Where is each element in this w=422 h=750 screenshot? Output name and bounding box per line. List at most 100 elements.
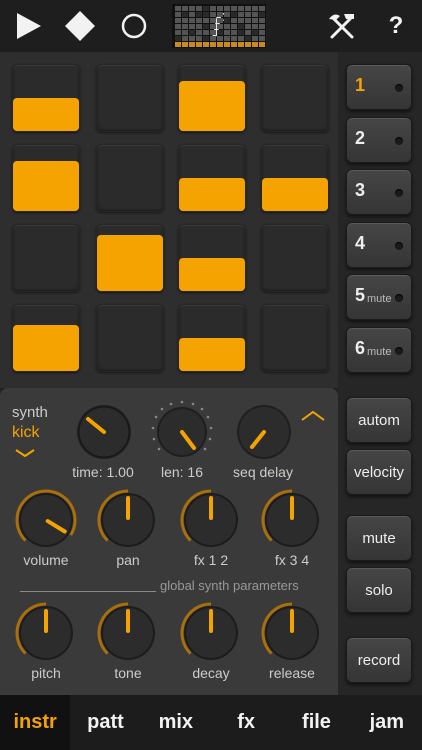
stop-button[interactable] xyxy=(60,6,100,46)
instrument-number: 4 xyxy=(355,232,366,253)
overview-cell xyxy=(245,36,251,41)
led-indicator xyxy=(395,294,403,302)
global-synth-parameters-label: global synth parameters xyxy=(160,578,299,593)
synth-kind[interactable]: kick xyxy=(12,424,40,442)
overview-cell xyxy=(196,12,202,17)
overview-cell xyxy=(231,24,237,29)
release-knob[interactable] xyxy=(260,601,324,665)
tab-jam[interactable]: jam xyxy=(352,695,422,750)
pad-9[interactable] xyxy=(12,224,80,292)
tab-fx[interactable]: fx xyxy=(211,695,281,750)
pad-15[interactable] xyxy=(178,304,246,372)
overview-cell xyxy=(224,18,230,23)
fx-1-2-knob[interactable] xyxy=(179,488,243,552)
help-button[interactable]: ? xyxy=(376,6,416,46)
overview-cell xyxy=(245,42,251,47)
overview-cell xyxy=(259,36,265,41)
overview-cell xyxy=(189,12,195,17)
sequence-overview[interactable]: f xyxy=(172,4,266,48)
overview-cell xyxy=(217,6,223,11)
pad-7[interactable] xyxy=(178,144,246,212)
pad-8[interactable] xyxy=(261,144,329,212)
instrument-button-4[interactable]: 4 xyxy=(346,221,412,268)
help-label: ? xyxy=(388,12,404,39)
overview-cell xyxy=(203,24,209,29)
overview-cell xyxy=(252,42,258,47)
record-toggle-button[interactable] xyxy=(114,6,154,46)
pad-12[interactable] xyxy=(261,224,329,292)
seq-delay-knob[interactable] xyxy=(234,402,294,462)
length-knob[interactable] xyxy=(148,398,216,466)
autom-button[interactable]: autom xyxy=(346,397,412,443)
decay-knob[interactable] xyxy=(179,601,243,665)
overview-cell xyxy=(238,6,244,11)
pad-level-bar xyxy=(13,161,79,211)
pad-14[interactable] xyxy=(96,304,164,372)
overview-cell xyxy=(182,12,188,17)
time-knob[interactable] xyxy=(74,402,134,462)
overview-cell xyxy=(210,36,216,41)
instrument-button-2[interactable]: 2 xyxy=(346,116,412,163)
solo-button[interactable]: solo xyxy=(346,567,412,613)
instrument-number: 6 xyxy=(355,337,366,358)
pad-level-bar xyxy=(179,258,245,291)
pad-3[interactable] xyxy=(178,64,246,132)
overview-cell xyxy=(175,36,181,41)
chevron-down-icon[interactable] xyxy=(14,448,36,458)
right-column: 1 2 3 4 5 mute 6 mute autom velocity mute solo … xyxy=(338,52,422,695)
pad-level-bar xyxy=(179,81,245,131)
overview-cell xyxy=(245,6,251,11)
hammer-pick-icon xyxy=(329,14,354,39)
instrument-button-5[interactable]: 5 mute xyxy=(346,274,412,320)
overview-cell xyxy=(238,12,244,17)
pad-2[interactable] xyxy=(96,64,164,132)
overview-cell xyxy=(224,30,230,35)
instrument-button-6[interactable]: 6 mute xyxy=(346,326,412,373)
pad-16[interactable] xyxy=(261,304,329,372)
tab-patt[interactable]: patt xyxy=(70,695,140,750)
fx-3-4-knob[interactable] xyxy=(260,488,324,552)
pad-6[interactable] xyxy=(96,144,164,212)
overview-cell xyxy=(182,36,188,41)
tools-button[interactable] xyxy=(322,6,362,46)
pad-5[interactable] xyxy=(12,144,80,212)
instrument-button-1[interactable]: 1 xyxy=(346,64,412,110)
pitch-knob[interactable] xyxy=(14,601,78,665)
instrument-number: 3 xyxy=(355,180,366,200)
overview-cell xyxy=(238,30,244,35)
instrument-number: 1 xyxy=(355,75,366,95)
pan-knob[interactable] xyxy=(96,488,160,552)
overview-cell xyxy=(196,36,202,41)
pad-4[interactable] xyxy=(261,64,329,132)
tone-knob[interactable] xyxy=(96,601,160,665)
overview-cell xyxy=(196,6,202,11)
instrument-button-3[interactable]: 3 xyxy=(346,169,412,215)
overview-cell xyxy=(245,12,251,17)
pad-10[interactable] xyxy=(96,224,164,292)
pad-1[interactable] xyxy=(12,64,80,132)
mute-button[interactable]: mute xyxy=(346,515,412,561)
tone-label: tone xyxy=(114,665,142,681)
record-button[interactable]: record xyxy=(346,637,412,683)
pad-grid xyxy=(0,52,344,388)
tab-mix[interactable]: mix xyxy=(141,695,211,750)
pad-13[interactable] xyxy=(12,304,80,372)
instrument-mute-label: mute xyxy=(367,293,392,305)
overview-cell xyxy=(217,42,223,47)
overview-cell xyxy=(245,30,251,35)
velocity-button[interactable]: velocity xyxy=(346,449,412,495)
overview-cell xyxy=(252,12,258,17)
overview-cell xyxy=(196,30,202,35)
overview-cell xyxy=(203,30,209,35)
chevron-up-icon[interactable] xyxy=(300,410,326,422)
pad-level-bar xyxy=(179,178,245,211)
circle-icon xyxy=(121,13,147,39)
overview-cell xyxy=(231,36,237,41)
play-button[interactable] xyxy=(8,6,48,46)
pad-11[interactable] xyxy=(178,224,246,292)
tab-file[interactable]: file xyxy=(281,695,351,750)
overview-cell xyxy=(217,24,223,29)
volume-knob[interactable] xyxy=(14,488,78,552)
overview-cell xyxy=(189,30,195,35)
tab-instr[interactable]: instr xyxy=(0,695,71,750)
